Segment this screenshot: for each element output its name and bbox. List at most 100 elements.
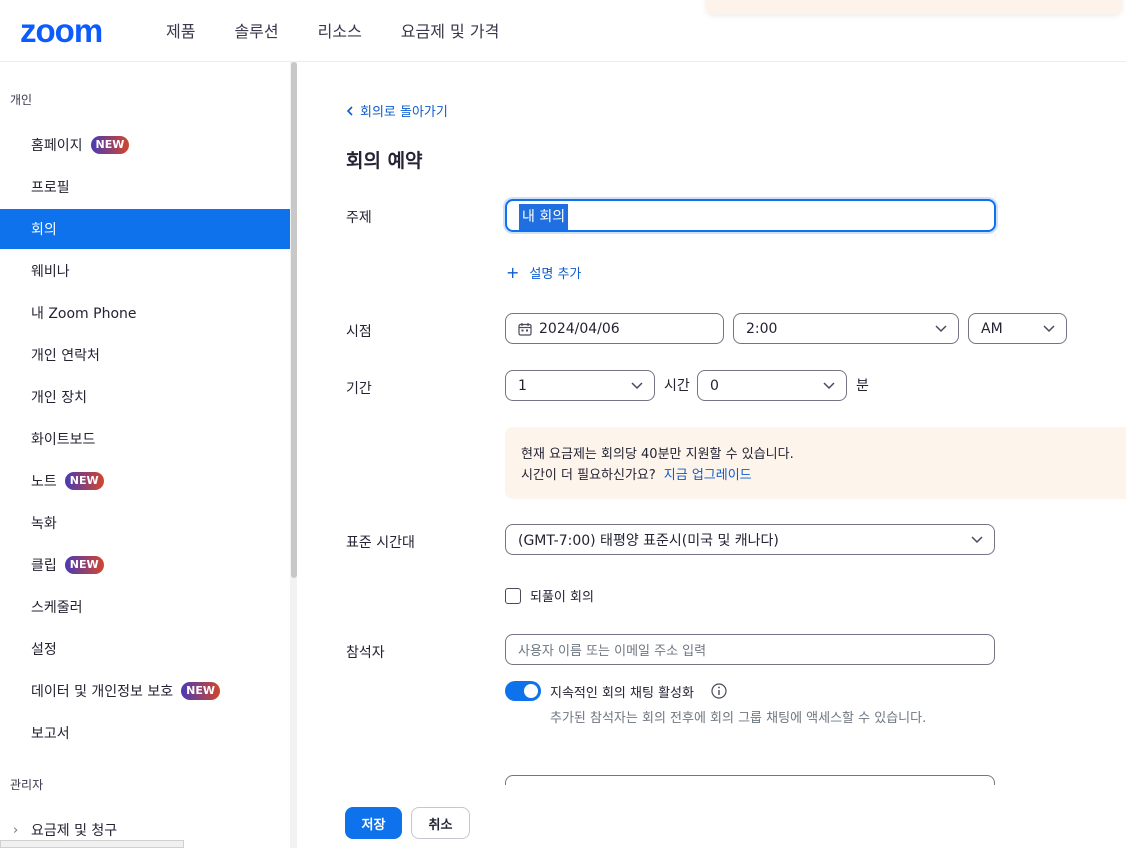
sidebar-item-label: 데이터 및 개인정보 보호 [31,684,174,700]
info-icon[interactable] [711,683,727,699]
topic-input[interactable]: 내 회의 [505,199,996,232]
date-picker[interactable]: 2024/04/06 [505,313,724,344]
chevron-down-icon [1043,325,1055,333]
continuous-chat-label: 지속적인 회의 채팅 활성화 [550,685,694,701]
sidebar-item-home[interactable]: 홈페이지 NEW [0,125,291,165]
duration-hours-select[interactable]: 1 [505,370,655,401]
top-header: zoom 제품 솔루션 리소스 요금제 및 가격 [0,0,1126,62]
sidebar-item-label: 클립 [31,558,57,574]
add-description-button[interactable]: + 설명 추가 [506,263,581,282]
save-button[interactable]: 저장 [345,807,402,839]
continuous-chat-toggle[interactable] [505,681,541,701]
chevron-down-icon [631,382,643,390]
sidebar-item-webinars[interactable]: 웨비나 [0,251,291,291]
timezone-value: (GMT-7:00) 태평양 표준시(미국 및 캐나다) [518,532,779,549]
sidebar-item-notes[interactable]: 노트 NEW [0,461,291,501]
chevron-down-icon [823,382,835,390]
attendees-input[interactable]: 사용자 이름 또는 이메일 주소 입력 [505,634,995,665]
sidebar-item-zoom-phone[interactable]: 내 Zoom Phone [0,293,291,333]
zoom-logo[interactable]: zoom [20,12,103,50]
ampm-select[interactable]: AM [968,313,1067,344]
continuous-chat-option: 지속적인 회의 채팅 활성화 [505,681,727,701]
plus-icon: + [506,263,520,282]
timezone-label: 표준 시간대 [346,535,415,551]
back-to-meetings-link[interactable]: 회의로 돌아가기 [346,101,448,120]
sidebar-item-data-privacy[interactable]: 데이터 및 개인정보 보호 NEW [0,671,291,711]
continuous-chat-description: 추가된 참석자는 회의 전후에 회의 그룹 채팅에 액세스할 수 있습니다. [550,711,927,726]
sidebar-item-meetings[interactable]: 회의 [0,209,291,249]
sidebar-item-label: 화이트보드 [31,432,96,448]
notice-line-2-row: 시간이 더 필요하신가요? 지금 업그레이드 [521,465,1110,486]
partially-visible-field[interactable] [505,775,995,785]
sidebar-item-label: 회의 [31,222,57,238]
top-nav-resources[interactable]: 리소스 [318,18,362,42]
recurring-meeting-label: 되풀이 회의 [530,590,594,605]
top-nav-pricing[interactable]: 요금제 및 가격 [401,18,500,42]
duration-minutes-select[interactable]: 0 [697,370,847,401]
top-nav-solutions[interactable]: 솔루션 [234,18,278,42]
sidebar-item-label: 녹화 [31,516,57,532]
plan-limit-notice: 현재 요금제는 회의당 40분만 지원할 수 있습니다. 시간이 더 필요하신가… [505,427,1126,499]
add-description-label: 설명 추가 [529,267,582,282]
duration-hours-value: 1 [518,377,527,394]
sidebar-item-devices[interactable]: 개인 장치 [0,377,291,417]
main-content: 회의로 돌아가기 회의 예약 주제 내 회의 + 설명 추가 시점 2024/0… [297,62,1126,848]
sidebar-item-label: 프로필 [31,180,70,196]
sidebar-item-profile[interactable]: 프로필 [0,167,291,207]
chevron-left-icon [346,105,353,116]
time-select[interactable]: 2:00 [733,313,959,344]
page-title: 회의 예약 [346,150,423,172]
minutes-unit-label: 분 [856,378,869,394]
sidebar-section-admin: 관리자 [10,778,44,792]
hours-unit-label: 시간 [664,378,690,394]
notice-line-1: 현재 요금제는 회의당 40분만 지원할 수 있습니다. [521,447,794,462]
upgrade-now-link[interactable]: 지금 업그레이드 [664,468,752,483]
duration-label: 기간 [346,381,372,397]
sidebar-item-settings[interactable]: 설정 [0,629,291,669]
recurring-meeting-option[interactable]: 되풀이 회의 [505,586,594,605]
top-nav-products[interactable]: 제품 [166,18,195,42]
chevron-right-icon: › [13,822,19,838]
sidebar-item-label: 내 Zoom Phone [31,306,137,322]
sidebar-item-label: 개인 장치 [31,390,87,406]
when-label: 시점 [346,324,372,340]
sidebar-item-label: 설정 [31,642,57,658]
topic-input-value: 내 회의 [519,204,569,230]
sidebar-item-label: 노트 [31,474,57,490]
sidebar-item-label: 스케줄러 [31,600,83,616]
chevron-down-icon [971,536,983,544]
calendar-icon [518,322,532,336]
new-badge: NEW [64,472,104,490]
new-badge: NEW [90,136,130,154]
sidebar-item-label: 요금제 및 청구 [31,823,118,839]
sidebar-item-label: 개인 연락처 [31,348,100,364]
attendees-label: 참석자 [346,645,385,661]
status-url-bar [0,840,184,848]
new-badge: NEW [181,682,221,700]
sidebar-section-personal: 개인 [10,93,33,107]
recurring-meeting-checkbox[interactable] [505,587,521,604]
chevron-down-icon [935,325,947,333]
cancel-button[interactable]: 취소 [411,807,470,839]
new-badge: NEW [64,556,104,574]
topic-label: 주제 [346,210,372,226]
sidebar-item-label: 웨비나 [31,264,70,280]
date-value: 2024/04/06 [539,320,620,337]
back-link-label: 회의로 돌아가기 [360,105,448,120]
sidebar-item-whiteboards[interactable]: 화이트보드 [0,419,291,459]
top-nav: 제품 솔루션 리소스 요금제 및 가격 [166,18,538,42]
notification-banner [706,0,1122,14]
sidebar-item-label: 홈페이지 [31,138,83,154]
sidebar-item-clips[interactable]: 클립 NEW [0,545,291,585]
attendees-placeholder: 사용자 이름 또는 이메일 주소 입력 [518,644,707,659]
sidebar-item-scheduler[interactable]: 스케줄러 [0,587,291,627]
sidebar-item-reports[interactable]: 보고서 [0,713,291,753]
sidebar-item-recordings[interactable]: 녹화 [0,503,291,543]
sidebar-item-label: 보고서 [31,726,70,742]
duration-minutes-value: 0 [710,377,719,394]
sidebar-item-contacts[interactable]: 개인 연락처 [0,335,291,375]
timezone-select[interactable]: (GMT-7:00) 태평양 표준시(미국 및 캐나다) [505,524,995,555]
notice-line-2: 시간이 더 필요하신가요? [521,468,656,483]
time-value: 2:00 [746,320,778,337]
ampm-value: AM [981,320,1003,337]
